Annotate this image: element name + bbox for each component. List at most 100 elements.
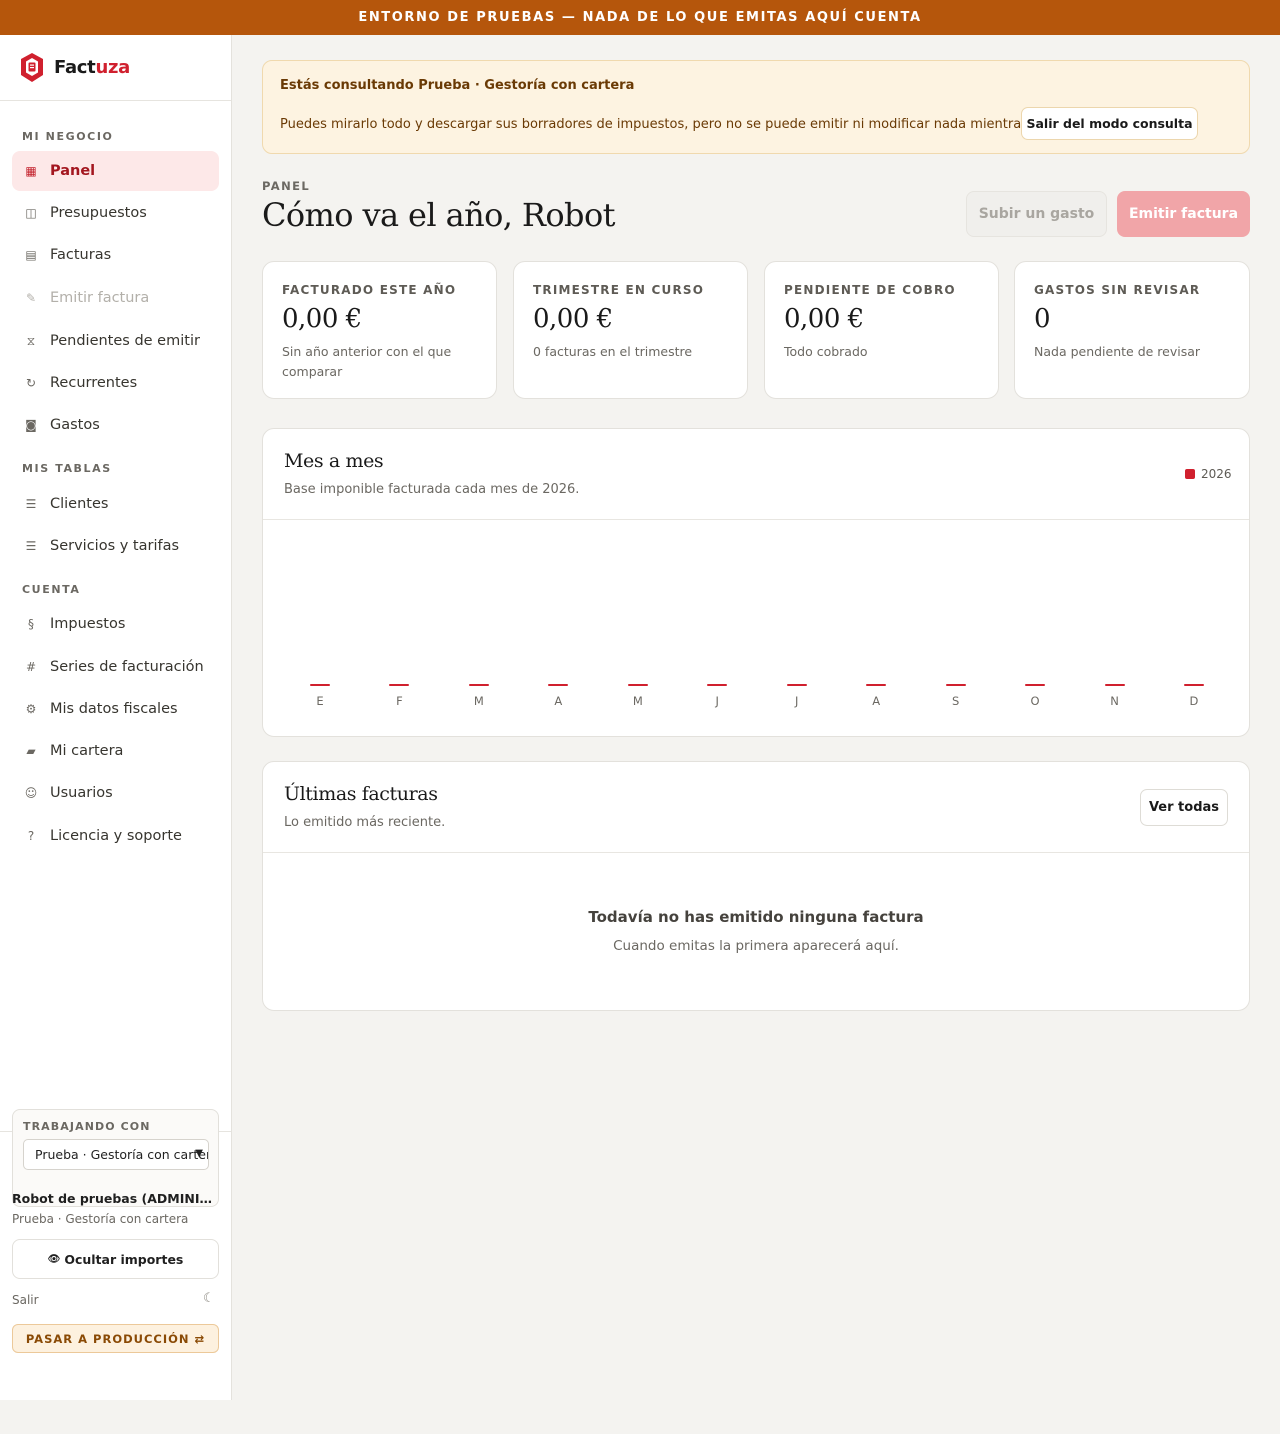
- book-icon: ◫: [25, 206, 37, 220]
- card-subtitle: Base imponible facturada cada mes de 202…: [284, 482, 580, 497]
- section-mis-tablas: MIS TABLAS: [22, 462, 112, 475]
- alert-title: Estás consultando Prueba · Gestoría con …: [280, 78, 635, 93]
- company-select[interactable]: Prueba · Gestoría con cartera ▼: [23, 1139, 209, 1170]
- sidebar-item-emitir-factura[interactable]: ✎ Emitir factura: [12, 278, 219, 318]
- chart-legend: 2026: [1185, 467, 1232, 481]
- kpi-note: Nada pendiente de revisar: [1034, 344, 1201, 359]
- x-tick-label: M: [473, 694, 484, 708]
- card-title: Últimas facturas: [284, 783, 438, 805]
- sidebar-item-facturas[interactable]: ▤ Facturas: [12, 235, 219, 275]
- kpi-card-pendiente: PENDIENTE DE COBRO 0,00 € Todo cobrado: [764, 261, 999, 399]
- kpi-note: Sin año anterior con el que comparar: [282, 344, 452, 379]
- monthly-chart-card: Mes a mes Base imponible facturada cada …: [262, 428, 1250, 737]
- kpi-value: 0: [1034, 304, 1051, 334]
- kpi-label: TRIMESTRE EN CURSO: [533, 283, 705, 297]
- x-tick-label: J: [794, 694, 799, 708]
- latest-invoices-card: Últimas facturas Lo emitido más reciente…: [262, 761, 1250, 1011]
- view-all-button[interactable]: Ver todas: [1140, 789, 1228, 826]
- chart-bar: [707, 684, 728, 686]
- exit-consult-mode-button[interactable]: Salir del modo consulta: [1021, 107, 1198, 140]
- kpi-card-gastos: GASTOS SIN REVISAR 0 Nada pendiente de r…: [1014, 261, 1250, 399]
- to-production-button[interactable]: PASAR A PRODUCCIÓN ⇄: [12, 1324, 219, 1353]
- user-icon: ☺: [24, 786, 38, 800]
- sidebar-item-impuestos[interactable]: § Impuestos: [12, 604, 219, 644]
- chevron-down-icon: ▼: [195, 1148, 203, 1159]
- consult-mode-alert: Estás consultando Prueba · Gestoría con …: [262, 60, 1250, 154]
- camera-icon: ◙: [25, 418, 37, 432]
- card-divider: [263, 519, 1249, 520]
- card-subtitle: Lo emitido más reciente.: [284, 815, 446, 830]
- brand-name: Factuza: [54, 57, 131, 78]
- sidebar-item-usuarios[interactable]: ☺ Usuarios: [12, 773, 219, 813]
- x-tick-label: O: [1030, 694, 1040, 708]
- section-icon: §: [28, 617, 34, 631]
- alert-text: Puedes mirarlo todo y descargar sus borr…: [280, 117, 1094, 132]
- x-tick-label: F: [396, 694, 403, 708]
- logout-link[interactable]: Salir: [12, 1293, 39, 1307]
- issue-invoice-button[interactable]: Emitir factura: [1117, 191, 1250, 237]
- sidebar-item-series[interactable]: # Series de facturación: [12, 647, 219, 687]
- kpi-note: 0 facturas en el trimestre: [533, 344, 693, 359]
- sidebar-item-panel[interactable]: ▦ Panel: [12, 151, 219, 191]
- chart-bar: [866, 684, 887, 686]
- chart-bar: [548, 684, 569, 686]
- factuza-logo-icon: [21, 53, 43, 82]
- x-tick-label: N: [1110, 694, 1119, 708]
- chart-bar: [310, 684, 330, 686]
- kpi-label: FACTURADO ESTE AÑO: [282, 283, 457, 297]
- chart-bar: [945, 684, 966, 686]
- section-mi-negocio: MI NEGOCIO: [22, 130, 114, 143]
- sidebar-item-pendientes[interactable]: ⧖ Pendientes de emitir: [12, 321, 219, 361]
- x-tick-label: A: [554, 694, 563, 708]
- x-tick-label: J: [715, 694, 719, 708]
- hide-amounts-button[interactable]: 👁 Ocultar importes: [12, 1239, 219, 1279]
- sidebar-item-presupuestos[interactable]: ◫ Presupuestos: [12, 193, 219, 233]
- kpi-card-trimestre: TRIMESTRE EN CURSO 0,00 € 0 facturas en …: [513, 261, 748, 399]
- chart-bar: [1025, 684, 1046, 686]
- grid-icon: ▦: [25, 164, 37, 178]
- section-cuenta: CUENTA: [22, 583, 81, 596]
- chart-bar: [389, 684, 410, 686]
- kpi-value: 0,00 €: [533, 304, 613, 334]
- kpi-value: 0,00 €: [282, 304, 362, 334]
- page-title: Cómo va el año, Robot: [262, 196, 615, 234]
- test-environment-banner: ENTORNO DE PRUEBAS — NADA DE LO QUE EMIT…: [0, 0, 1280, 35]
- menu-icon: ☰: [25, 497, 37, 511]
- gear-icon: ⚙: [25, 702, 37, 716]
- kpi-value: 0,00 €: [784, 304, 864, 334]
- sidebar-item-recurrentes[interactable]: ↻ Recurrentes: [12, 363, 219, 403]
- empty-state-subtitle: Cuando emitas la primera aparecerá aquí.: [613, 938, 899, 954]
- hash-icon: #: [25, 660, 37, 674]
- sidebar-item-licencia[interactable]: ? Licencia y soporte: [12, 816, 219, 856]
- brand[interactable]: Factuza: [0, 35, 231, 101]
- upload-expense-button[interactable]: Subir un gasto: [966, 191, 1107, 237]
- working-with-label: TRABAJANDO CON: [23, 1120, 151, 1133]
- kpi-label: PENDIENTE DE COBRO: [784, 283, 956, 297]
- chart-bar: [1183, 684, 1204, 686]
- legend-swatch: [1185, 469, 1195, 479]
- x-tick-label: M: [632, 694, 643, 708]
- moon-icon[interactable]: ☾: [203, 1291, 215, 1306]
- chart-bar: [627, 684, 648, 686]
- chart-bar: [786, 684, 807, 686]
- list-icon: ▤: [25, 248, 37, 262]
- sidebar: Factuza MI NEGOCIO ▦ Panel ◫ Presupuestos …: [0, 35, 232, 1400]
- sidebar-item-cartera[interactable]: ▰ Mi cartera: [12, 731, 219, 771]
- sidebar-item-datos-fiscales[interactable]: ⚙ Mis datos fiscales: [12, 689, 219, 729]
- refresh-icon: ↻: [25, 376, 37, 390]
- sidebar-item-gastos[interactable]: ◙ Gastos: [12, 405, 219, 445]
- eye-icon: 👁: [47, 1253, 61, 1265]
- card-title: Mes a mes: [284, 450, 384, 472]
- x-tick-label: E: [316, 694, 324, 708]
- x-tick-label: S: [951, 694, 960, 708]
- chart-bar: [1104, 684, 1125, 686]
- page-eyebrow: PANEL: [262, 179, 311, 193]
- chart-bar: [468, 684, 489, 686]
- briefcase-icon: ▰: [26, 744, 36, 758]
- card-divider: [263, 852, 1249, 853]
- sidebar-item-clientes[interactable]: ☰ Clientes: [12, 484, 219, 524]
- kpi-label: GASTOS SIN REVISAR: [1034, 283, 1201, 297]
- user-name: Robot de pruebas (ADMINISTRADOR): [12, 1191, 219, 1206]
- help-icon: ?: [27, 829, 35, 843]
- sidebar-item-servicios[interactable]: ☰ Servicios y tarifas: [12, 526, 219, 566]
